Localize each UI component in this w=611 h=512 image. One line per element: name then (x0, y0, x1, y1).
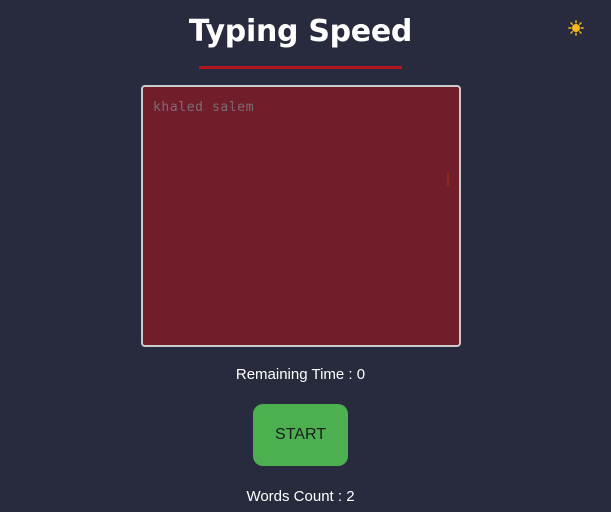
sun-icon (568, 20, 584, 36)
text-cursor (447, 172, 449, 186)
start-button[interactable]: START (253, 404, 348, 466)
typed-text: khaled salem (153, 100, 255, 115)
typing-text-area[interactable]: khaled salem (141, 85, 461, 347)
title-underline (199, 66, 402, 69)
theme-toggle-button[interactable] (566, 18, 586, 38)
remaining-time-label: Remaining Time : 0 (235, 366, 366, 383)
page-title: Typing Speed (188, 14, 413, 49)
words-count-label: Words Count : 2 (246, 488, 355, 505)
typing-speed-page: Typing Speed khaled salem Remaining Time… (0, 0, 611, 512)
